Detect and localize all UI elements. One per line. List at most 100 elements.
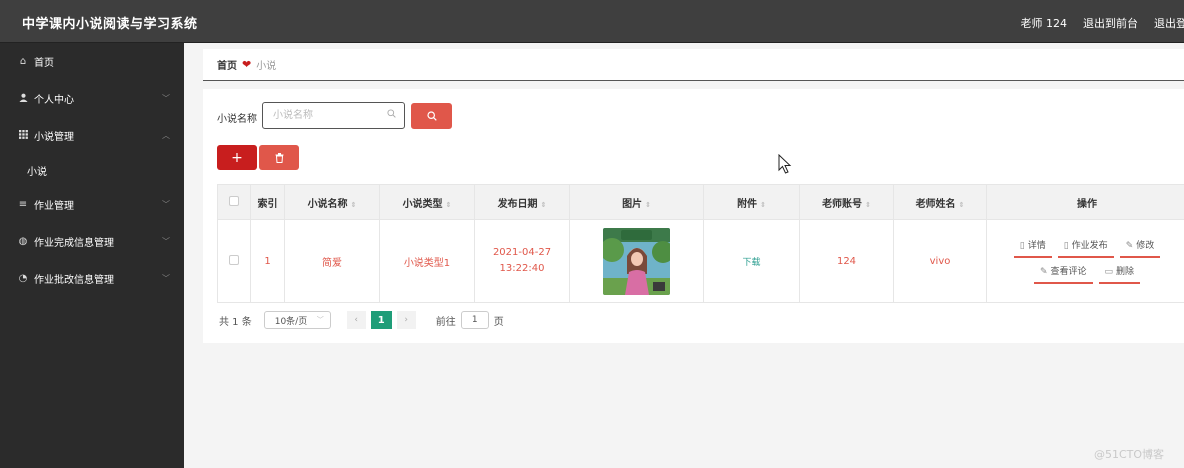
column-header[interactable]: 老师账号 ⇕: [799, 184, 894, 220]
breadcrumb-current: 小说: [256, 61, 277, 72]
teacher-account-cell: 124: [799, 219, 894, 303]
select-all-header: [217, 184, 251, 220]
select-all-checkbox[interactable]: [229, 195, 239, 206]
chevron-down-icon: ﹀: [162, 200, 170, 209]
batch-delete-button[interactable]: [259, 145, 299, 170]
sidebar-item-label: 小说管理: [34, 132, 74, 143]
chevron-down-icon: ﹀: [162, 237, 170, 246]
goto-label: 前往: [435, 316, 456, 328]
detail-button[interactable]: ▯ 详情: [1013, 238, 1052, 258]
column-header[interactable]: 小说类型 ⇕: [379, 184, 475, 220]
sidebar-item-homework-grading[interactable]: ◔ 作业批改信息管理 ﹀: [0, 260, 184, 297]
breadcrumb-home[interactable]: 首页: [217, 57, 237, 72]
row-checkbox[interactable]: [229, 254, 239, 265]
novel-cover-image[interactable]: [603, 227, 670, 295]
sidebar-item-home[interactable]: ⌂ 首页: [0, 43, 184, 80]
chevron-down-icon: ﹀: [162, 274, 170, 283]
row-select-cell: [217, 219, 251, 303]
sidebar-subitem-label: 小说: [27, 166, 47, 178]
search-icon: [426, 111, 437, 121]
image-cell: [569, 219, 704, 303]
chevron-right-icon: ›: [404, 315, 409, 325]
mouse-cursor-icon: [778, 153, 792, 177]
teacher-name-cell: vivo: [893, 219, 987, 303]
chevron-down-icon: ﹀: [316, 316, 324, 324]
edit-icon: ✎: [1039, 267, 1048, 277]
sidebar-item-label: 作业完成信息管理: [34, 238, 114, 249]
heart-icon: ❤: [242, 58, 252, 71]
main-content: 首页 ❤ 小说 小说名称 + 索引: [203, 49, 1184, 343]
search-icon: [387, 109, 396, 121]
sidebar-item-homework-management[interactable]: ≡ 作业管理 ﹀: [0, 186, 184, 223]
search-button[interactable]: [411, 103, 452, 129]
grid-icon: [17, 129, 29, 142]
sidebar-item-label: 作业批改信息管理: [34, 275, 114, 286]
page-number[interactable]: 1: [370, 311, 392, 329]
edit-icon: ✎: [1125, 241, 1134, 251]
novel-type-cell: 小说类型1: [379, 219, 475, 303]
chevron-down-icon: ﹀: [162, 94, 170, 103]
search-input[interactable]: [263, 103, 373, 128]
column-header[interactable]: 图片 ⇕: [569, 184, 704, 220]
sort-icon[interactable]: ⇕: [865, 201, 871, 209]
document-icon: ▯: [1063, 241, 1069, 251]
publish-homework-button[interactable]: ▯ 作业发布: [1057, 238, 1114, 258]
column-header[interactable]: 老师姓名 ⇕: [893, 184, 987, 220]
plus-icon: +: [231, 149, 243, 166]
current-user: 老师 124: [1020, 17, 1068, 30]
page-size-select[interactable]: 10条/页 ﹀: [263, 311, 331, 329]
top-header: 中学课内小说阅读与学习系统 老师 124 退出到前台 退出登录: [0, 0, 1184, 43]
goto-page-input[interactable]: 1: [460, 311, 489, 329]
search-label: 小说名称: [217, 114, 257, 125]
trash-icon: [275, 152, 283, 163]
sidebar-item-homework-completion[interactable]: ◍ 作业完成信息管理 ﹀: [0, 223, 184, 260]
column-header[interactable]: 发布日期 ⇕: [474, 184, 570, 220]
download-link[interactable]: 下载: [742, 258, 760, 268]
sort-icon[interactable]: ⇕: [760, 201, 766, 209]
column-header[interactable]: 附件 ⇕: [703, 184, 800, 220]
row-actions: ▯ 详情 ▯ 作业发布 ✎ 修改 ✎ 查看评论 ▭ 删除: [987, 238, 1184, 284]
sidebar-item-label: 首页: [34, 58, 54, 69]
sort-icon[interactable]: ⇕: [446, 201, 452, 209]
table-header-row: 索引 小说名称 ⇕ 小说类型 ⇕ 发布日期 ⇕ 图片 ⇕ 附件 ⇕ 老师账号 ⇕ 老师姓名 ⇕…: [217, 184, 1184, 220]
search-field[interactable]: [262, 102, 405, 129]
compass-icon: ◔: [18, 273, 28, 284]
view-comments-button[interactable]: ✎ 查看评论: [1033, 264, 1093, 284]
add-button[interactable]: +: [217, 145, 257, 170]
attachment-cell: 下载: [703, 219, 800, 303]
column-header: 操作: [986, 184, 1184, 220]
chevron-left-icon: ‹: [354, 315, 359, 325]
column-header[interactable]: 小说名称 ⇕: [284, 184, 380, 220]
home-icon: ⌂: [19, 56, 27, 67]
sidebar-subitem-novel[interactable]: 小说: [0, 154, 184, 186]
prev-page-button[interactable]: ‹: [346, 311, 366, 329]
sidebar-item-novel-management[interactable]: 小说管理 ︿: [0, 117, 184, 154]
sort-icon[interactable]: ⇕: [645, 201, 651, 209]
page-unit-label: 页: [493, 316, 504, 328]
logout-link[interactable]: 退出登录: [1154, 15, 1184, 31]
sidebar-item-personal-center[interactable]: 个人中心 ﹀: [0, 80, 184, 117]
chevron-up-icon: ︿: [162, 131, 170, 140]
sort-icon[interactable]: ⇕: [541, 201, 547, 209]
exit-to-front-link[interactable]: 退出到前台: [1083, 15, 1138, 31]
next-page-button[interactable]: ›: [396, 311, 416, 329]
watermark-text: @51CTO博客: [1094, 448, 1165, 461]
sidebar-item-label: 个人中心: [34, 95, 74, 106]
novel-name-cell: 简爱: [284, 219, 380, 303]
trash-icon: ▭: [1104, 267, 1114, 277]
total-count: 共 1 条: [219, 316, 252, 328]
sort-icon[interactable]: ⇕: [959, 201, 965, 209]
actions-cell: ▯ 详情 ▯ 作业发布 ✎ 修改 ✎ 查看评论 ▭ 删除: [986, 219, 1184, 303]
sidebar-item-label: 作业管理: [34, 201, 74, 212]
pagination: 共 1 条 10条/页 ﹀ ‹ 1 › 前往 1 页: [219, 311, 504, 329]
list-icon: ≡: [18, 199, 28, 210]
content-panel: 小说名称 + 索引 小说名称⇕ 小说: [203, 89, 1184, 343]
sort-icon[interactable]: ⇕: [351, 201, 357, 209]
edit-button[interactable]: ✎ 修改: [1119, 238, 1161, 258]
index-cell: 1: [250, 219, 285, 303]
sidebar: ⌂ 首页 个人中心 ﹀ 小说管理 ︿ 小说 ≡ 作业管理 ﹀ ◍ 作业完成信息管…: [0, 43, 184, 468]
publish-date-cell: 2021-04-27 13:22:40: [474, 219, 570, 303]
header-actions: 老师 124 退出到前台 退出登录: [1021, 15, 1184, 31]
globe-icon: ◍: [18, 236, 28, 247]
delete-button[interactable]: ▭ 删除: [1098, 264, 1141, 284]
